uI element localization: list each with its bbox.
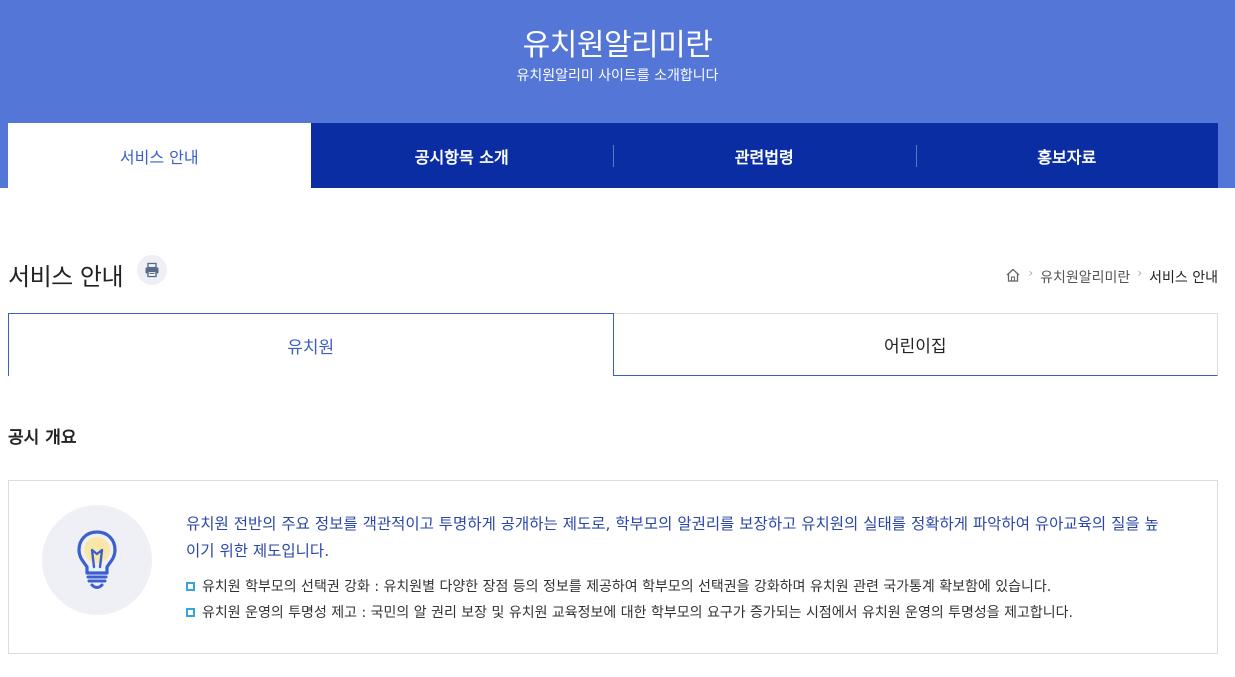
section-nav: 서비스 안내 공시항목 소개 관련법령 홍보자료 xyxy=(8,123,1218,188)
print-icon xyxy=(145,262,159,278)
tab-kindergarten[interactable]: 유치원 xyxy=(8,313,614,376)
nav-tab-related-laws[interactable]: 관련법령 xyxy=(613,123,916,188)
print-button[interactable] xyxy=(137,255,167,285)
home-icon[interactable] xyxy=(1005,267,1021,287)
overview-box: 유치원 전반의 주요 정보를 객관적이고 투명하게 공개하는 제도로, 학부모의… xyxy=(8,480,1218,654)
tab-daycare[interactable]: 어린이집 xyxy=(613,313,1218,376)
bullet-square-icon xyxy=(186,608,195,617)
hero-subtitle: 유치원알리미 사이트를 소개합니다 xyxy=(516,68,719,84)
nav-tab-service-guide[interactable]: 서비스 안내 xyxy=(8,123,311,188)
list-item: 유치원 운영의 투명성 제고 : 국민의 알 권리 보장 및 유치원 교육정보에… xyxy=(186,600,1196,626)
breadcrumb: › 유치원알리미란 › 서비스 안내 xyxy=(1005,266,1218,287)
list-item-text: 유치원 운영의 투명성 제고 : 국민의 알 권리 보장 및 유치원 교육정보에… xyxy=(202,605,1073,621)
breadcrumb-separator: › xyxy=(1028,266,1034,280)
nav-tab-disclosure-items[interactable]: 공시항목 소개 xyxy=(311,123,614,188)
page-title: 서비스 안내 xyxy=(8,263,124,291)
breadcrumb-current: 서비스 안내 xyxy=(1149,270,1218,286)
list-item-text: 유치원 학부모의 선택권 강화 : 유치원별 다양한 장점 등의 정보를 제공하… xyxy=(202,579,1052,595)
list-item: 유치원 학부모의 선택권 강화 : 유치원별 다양한 장점 등의 정보를 제공하… xyxy=(186,574,1196,600)
hero-title: 유치원알리미란 xyxy=(522,28,713,63)
bullet-square-icon xyxy=(186,582,195,591)
section-title: 공시 개요 xyxy=(8,428,77,448)
content-tabs: 유치원 어린이집 xyxy=(8,313,1218,376)
breadcrumb-separator: › xyxy=(1137,266,1143,280)
breadcrumb-item[interactable]: 유치원알리미란 xyxy=(1040,267,1130,287)
lightbulb-icon xyxy=(42,505,152,615)
overview-lead-text: 유치원 전반의 주요 정보를 객관적이고 투명하게 공개하는 제도로, 학부모의… xyxy=(186,515,1159,560)
nav-tab-promo-materials[interactable]: 홍보자료 xyxy=(915,123,1219,188)
overview-bullet-list: 유치원 학부모의 선택권 강화 : 유치원별 다양한 장점 등의 정보를 제공하… xyxy=(186,574,1196,626)
